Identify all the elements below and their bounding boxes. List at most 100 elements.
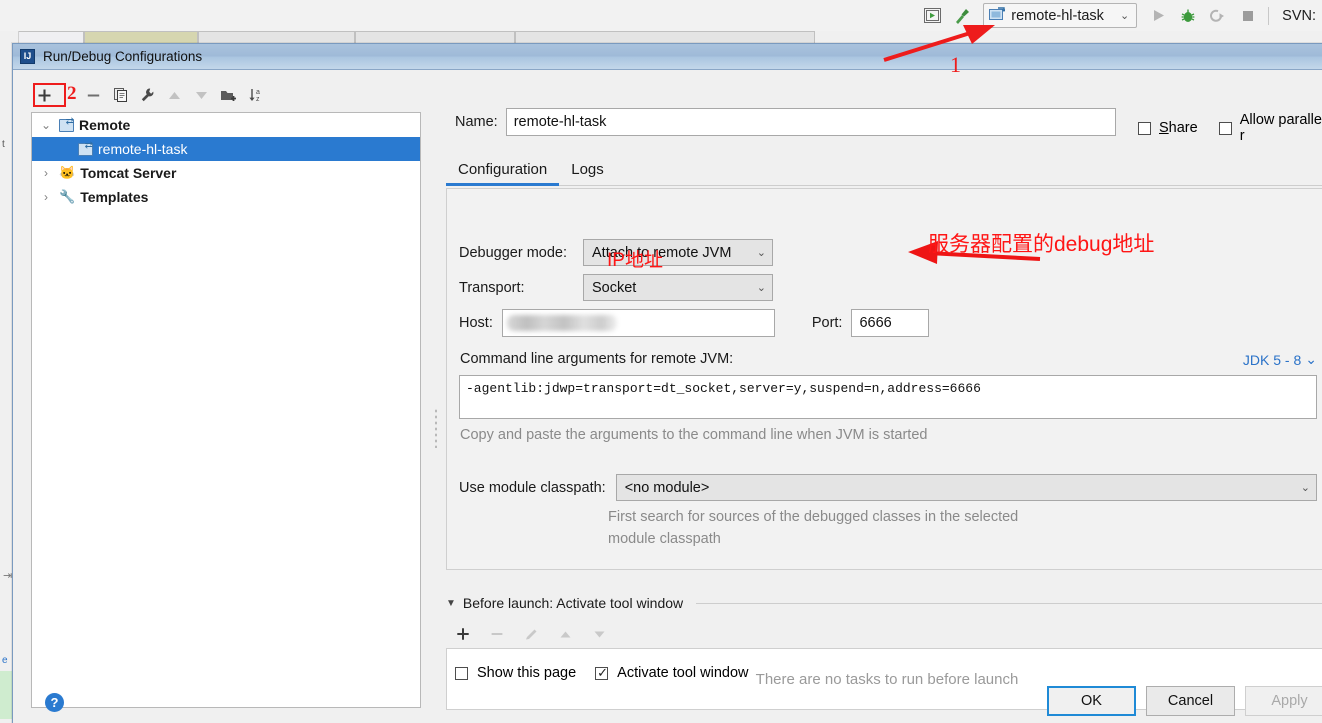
activate-tool-window-label: Activate tool window [617,665,749,681]
module-classpath-hint-line2: module classpath [608,531,721,547]
panel-splitter[interactable] [432,400,440,456]
module-classpath-select[interactable]: <no module> ⌄ [615,474,1317,501]
dialog-title: Run/Debug Configurations [43,49,203,64]
intellij-idea-icon: IJ [20,49,35,64]
allow-parallel-run-checkbox[interactable] [1218,121,1232,135]
tree-item-label: remote-hl-task [98,141,188,157]
wrench-icon: 🔧 [59,189,76,204]
remove-task-button[interactable] [484,622,510,646]
sidebar-arrow-icon: ⇥ [3,570,13,582]
sidebar-text-fragment-2: e [2,655,8,666]
allow-parallel-run-label: Allow parallel r [1239,112,1322,144]
svg-text:z: z [256,96,260,103]
copy-configuration-button[interactable] [107,83,134,107]
debug-icon[interactable] [1174,3,1202,29]
add-configuration-button[interactable] [31,83,58,107]
debugger-mode-value: Attach to remote JVM [592,244,732,261]
transport-row: Transport: Socket ⌄ [459,274,773,301]
edit-task-button[interactable] [518,622,544,646]
share-options-row: Share Allow parallel r [1138,112,1322,144]
configurations-toolbar: a z [31,82,421,108]
sort-configurations-button[interactable]: a z [242,83,269,107]
remote-debug-icon [78,140,93,156]
configurations-tree[interactable]: ⌄ Remote remote-hl-task › 🐱 Tomcat Serve… [31,112,421,708]
remove-configuration-button[interactable] [80,83,107,107]
share-label: Share [1159,120,1198,136]
name-input[interactable] [505,108,1116,136]
share-checkbox[interactable] [1138,121,1151,135]
remote-debug-icon [59,116,74,132]
run-config-name: remote-hl-task [1011,7,1104,24]
tree-item-tomcat-server[interactable]: › 🐱 Tomcat Server [32,161,420,185]
move-task-up-button[interactable] [552,622,578,646]
command-line-arguments-field[interactable]: -agentlib:jdwp=transport=dt_socket,serve… [459,375,1317,419]
dialog-title-bar: IJ Run/Debug Configurations [13,44,1322,70]
activate-tool-window-checkbox[interactable] [595,665,609,681]
apply-button[interactable]: Apply [1245,686,1322,716]
dialog-bottom-options: Show this page Activate tool window [455,665,749,681]
dialog-body: a z 2 ⌄ Remote remote-hl-task [13,70,1322,723]
show-this-page-checkbox[interactable] [455,666,468,680]
ok-button[interactable]: OK [1047,686,1136,716]
tree-item-templates[interactable]: › 🔧 Templates [32,185,420,209]
port-label: Port: [811,315,843,331]
transport-select[interactable]: Socket ⌄ [583,274,773,301]
stop-icon[interactable] [1234,3,1262,29]
configuration-card: Debugger mode: Attach to remote JVM ⌄ Tr… [446,188,1322,570]
module-classpath-hint-line1: First search for sources of the debugged… [608,509,1019,525]
tree-item-label: Tomcat Server [80,165,177,181]
module-classpath-hint: First search for sources of the debugged… [608,506,1018,550]
annotation-marker-2: 2 [67,83,77,104]
tab-configuration[interactable]: Configuration [446,161,560,186]
svn-label: SVN: [1282,7,1316,24]
host-label: Host: [459,315,493,331]
add-task-button[interactable] [450,622,476,646]
debugger-mode-label: Debugger mode: [459,244,568,261]
move-up-button[interactable] [161,83,188,107]
before-launch-title: Before launch: Activate tool window [462,595,684,611]
dialog-buttons: OK Cancel Apply [1047,686,1322,716]
chevron-down-icon: ⌄ [756,282,766,294]
triangle-down-icon[interactable]: ▼ [446,598,456,609]
edit-templates-button[interactable] [134,83,161,107]
move-down-button[interactable] [188,83,215,107]
jdk-version-selector[interactable]: JDK 5 - 8 ⌄ [1243,351,1317,368]
toolbar-separator [1268,6,1270,25]
run-config-selector[interactable]: remote-hl-task ⌄ [983,3,1138,28]
command-line-hint: Copy and paste the arguments to the comm… [460,427,928,443]
chevron-right-icon[interactable]: › [38,166,54,180]
tree-item-label: Remote [79,117,131,133]
transport-value: Socket [592,279,637,296]
chevron-down-icon[interactable]: ⌄ [38,118,54,132]
chevron-down-icon: ⌄ [1119,10,1130,22]
build-icon[interactable] [948,3,976,29]
tree-item-remote[interactable]: ⌄ Remote [32,113,420,137]
chevron-down-icon: ⌄ [1300,482,1310,494]
chevron-down-icon: ⌄ [1305,351,1317,367]
tree-item-remote-hl-task[interactable]: remote-hl-task [32,137,420,161]
debugger-mode-select[interactable]: Attach to remote JVM ⌄ [583,239,773,266]
port-input[interactable]: 6666 [851,309,930,337]
help-icon[interactable]: ? [45,693,64,712]
configuration-tabs: Configuration Logs [446,152,1322,186]
before-launch-rule [696,602,1322,604]
run-icon[interactable] [1144,3,1172,29]
before-launch-header[interactable]: ▼ Before launch: Activate tool window [446,595,1322,611]
host-value-redacted [506,315,617,331]
tab-logs[interactable]: Logs [559,161,616,185]
splitter-grip [434,408,438,448]
svg-text:a: a [256,89,260,96]
ide-main-toolbar: remote-hl-task ⌄ SVN: [0,0,1322,31]
run-configurations-icon[interactable] [918,3,946,29]
chevron-down-icon: ⌄ [756,247,766,259]
remote-debug-icon [989,6,1007,25]
run-with-coverage-icon[interactable] [1204,3,1232,29]
new-folder-button[interactable] [215,83,242,107]
name-row: Name: [455,108,1116,136]
cancel-button[interactable]: Cancel [1146,686,1235,716]
configuration-editor-pane: Name: Share Allow parallel r Configurati… [443,70,1322,723]
host-input[interactable] [501,309,775,337]
module-classpath-label: Use module classpath: [459,479,606,496]
move-task-down-button[interactable] [586,622,612,646]
chevron-right-icon[interactable]: › [38,190,54,204]
